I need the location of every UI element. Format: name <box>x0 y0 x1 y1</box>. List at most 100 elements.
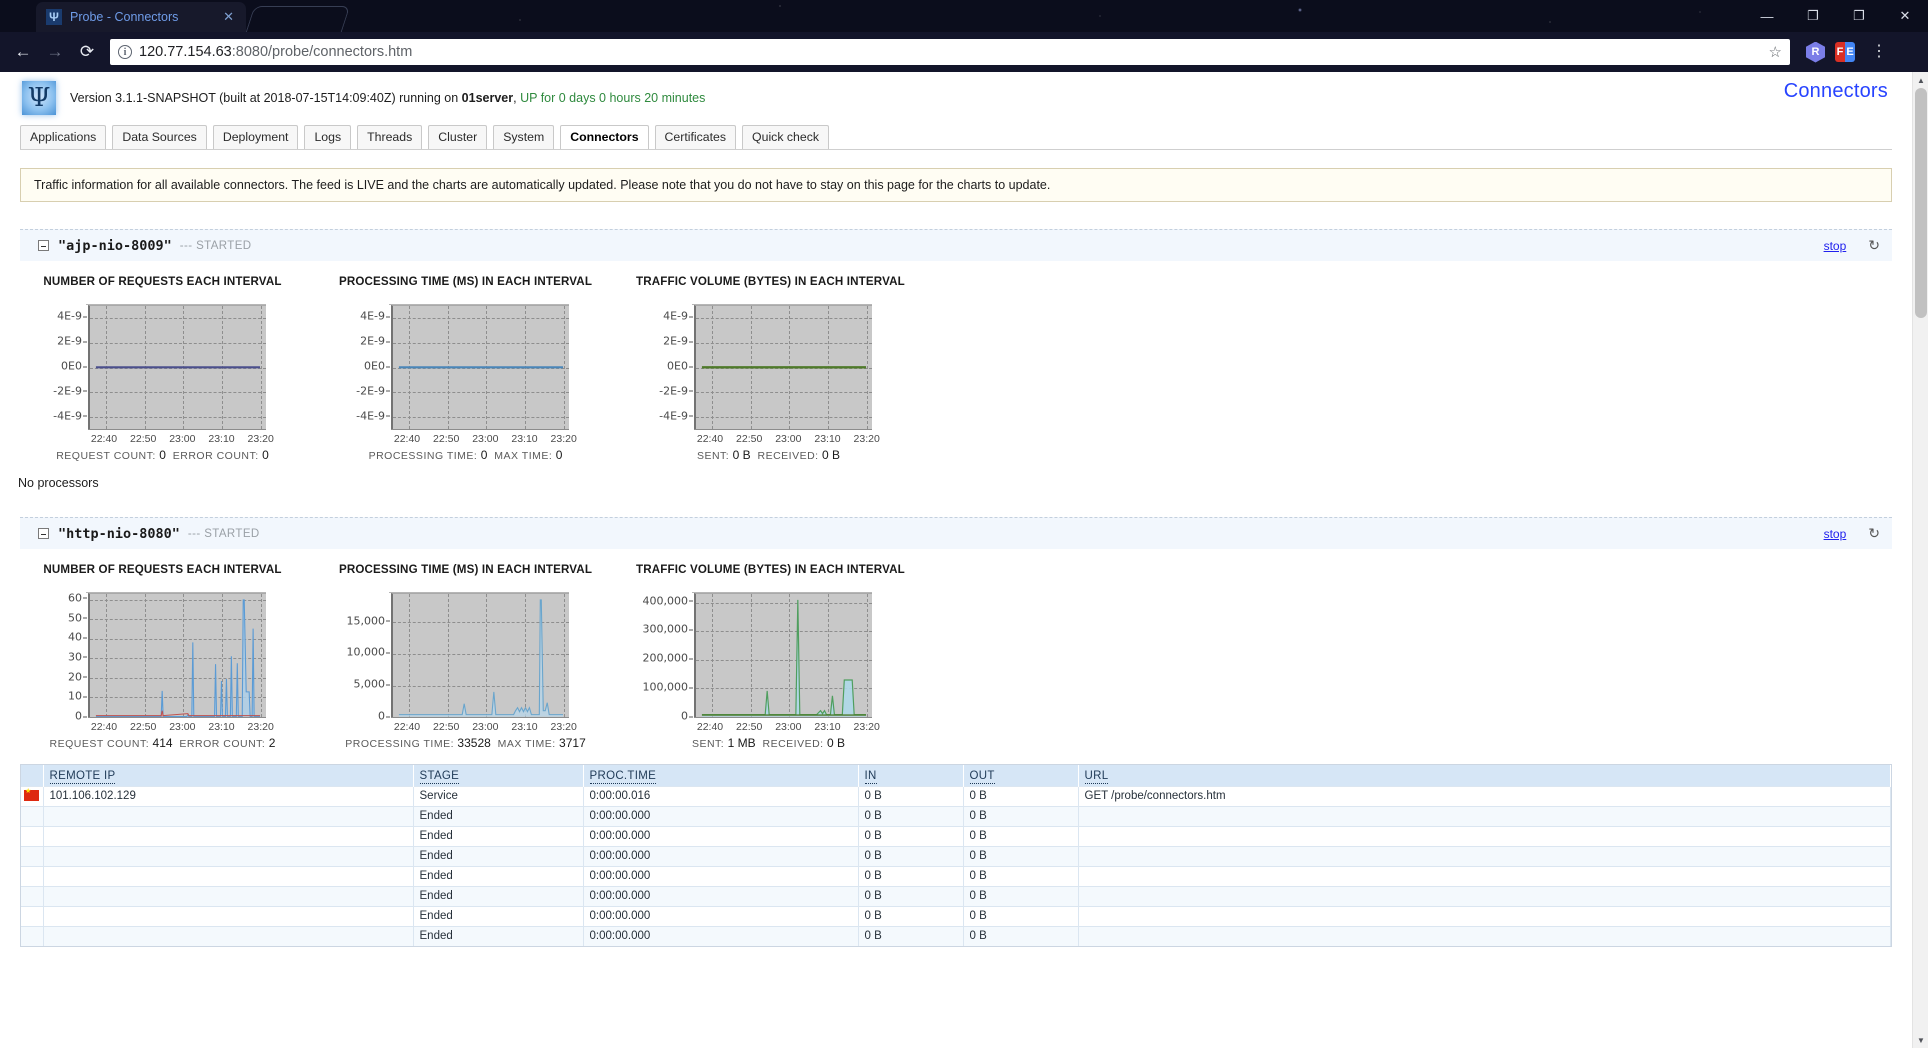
tab-applications[interactable]: Applications <box>20 125 107 149</box>
tab-data-sources[interactable]: Data Sources <box>112 125 207 149</box>
table-row[interactable]: Ended 0:00:00.000 0 B 0 B <box>21 845 1891 866</box>
cell-out: 0 B <box>963 925 1079 946</box>
th-stage[interactable]: STAGE <box>413 765 584 786</box>
x-tick: 23:10 <box>511 721 538 733</box>
uptime-text: UP for 0 days 0 hours 20 minutes <box>516 91 706 105</box>
browser-tab[interactable]: Ψ Probe - Connectors ✕ <box>36 2 246 32</box>
y-axis: 4E-9 2E-9 0E0 -2E-9 -4E-9 <box>636 304 694 428</box>
y-tick: 2E-9 <box>360 334 390 348</box>
maximize-button[interactable]: ❐ <box>1836 0 1882 32</box>
cell-stage: Ended <box>413 805 584 826</box>
stop-connector-link[interactable]: stop <box>1824 239 1847 253</box>
connector-header-http: "http-nio-8080" --- STARTED stop ↻ <box>20 517 1892 549</box>
cell-out: 0 B <box>963 885 1079 906</box>
stat-value: 414 <box>152 736 173 750</box>
th-label: URL <box>1084 769 1109 784</box>
stat-value: 0 <box>159 448 166 462</box>
extension-fe-icon[interactable]: F E <box>1835 42 1855 62</box>
request-table: REMOTE IP STAGE PROC.TIME IN OUT URL 101… <box>20 764 1892 947</box>
stop-connector-link[interactable]: stop <box>1824 527 1847 541</box>
close-window-button[interactable]: ✕ <box>1882 0 1928 32</box>
cell-stage: Service <box>413 785 584 806</box>
flag-icon <box>21 865 44 886</box>
y-axis: 4E-9 2E-9 0E0 -2E-9 -4E-9 <box>333 304 391 428</box>
th-label: REMOTE IP <box>49 769 116 784</box>
x-axis: 22:40 22:50 23:00 23:10 23:20 <box>694 429 880 447</box>
tab-threads[interactable]: Threads <box>357 125 423 149</box>
y-tick: -4E-9 <box>356 409 390 423</box>
browser-window: Ψ Probe - Connectors ✕ — ❐ ❐ ✕ ← → ⟳ i 1… <box>0 0 1928 1048</box>
scrollbar-thumb[interactable] <box>1915 88 1927 318</box>
minimize-button[interactable]: — <box>1744 0 1790 32</box>
refresh-icon[interactable]: ↻ <box>1868 237 1880 254</box>
th-remote-ip[interactable]: REMOTE IP <box>43 765 414 786</box>
stat-value: 1 MB <box>727 736 756 750</box>
reload-icon[interactable]: ⟳ <box>72 37 102 67</box>
main-tabs: Applications Data Sources Deployment Log… <box>0 115 1912 149</box>
table-row[interactable]: Ended 0:00:00.000 0 B 0 B <box>21 885 1891 906</box>
bookmark-star-icon[interactable]: ☆ <box>1769 43 1782 61</box>
x-axis: 22:40 22:50 23:00 23:10 23:20 <box>88 717 274 735</box>
collapse-toggle-icon[interactable] <box>38 528 49 539</box>
th-url[interactable]: URL <box>1078 765 1891 786</box>
site-info-icon[interactable]: i <box>118 45 132 59</box>
x-tick: 22:40 <box>696 433 724 445</box>
collapse-toggle-icon[interactable] <box>38 240 49 251</box>
table-row[interactable]: Ended 0:00:00.000 0 B 0 B <box>21 925 1891 946</box>
series-line <box>701 366 867 369</box>
y-tick: 200,000 <box>642 651 693 665</box>
flag-icon <box>21 825 44 846</box>
tab-quick-check[interactable]: Quick check <box>742 125 830 149</box>
cell-url <box>1078 925 1891 946</box>
stat-label: ERROR COUNT: <box>179 738 266 750</box>
th-proc-time[interactable]: PROC.TIME <box>583 765 859 786</box>
y-tick: 10,000 <box>346 645 390 659</box>
cell-proc-time: 0:00:00.000 <box>583 885 859 906</box>
scroll-up-icon[interactable]: ▲ <box>1913 72 1928 88</box>
stat-value: 0 B <box>827 736 846 750</box>
x-tick: 23:00 <box>472 721 499 733</box>
cell-in: 0 B <box>858 885 964 906</box>
table-row[interactable]: Ended 0:00:00.000 0 B 0 B <box>21 905 1891 926</box>
y-tick: 400,000 <box>642 594 693 608</box>
new-tab-button[interactable] <box>245 6 351 32</box>
tab-connectors[interactable]: Connectors <box>560 125 649 149</box>
browser-titlebar: Ψ Probe - Connectors ✕ — ❐ ❐ ✕ <box>0 0 1928 32</box>
tab-cluster[interactable]: Cluster <box>428 125 488 149</box>
chrome-menu-icon[interactable]: ⋮ <box>1865 44 1893 59</box>
forward-icon[interactable]: → <box>40 37 70 67</box>
chart-title: PROCESSING TIME (MS) IN EACH INTERVAL <box>338 275 593 288</box>
connector-header-ajp: "ajp-nio-8009" --- STARTED stop ↻ <box>20 229 1892 261</box>
table-row[interactable]: Ended 0:00:00.000 0 B 0 B <box>21 865 1891 886</box>
table-row[interactable]: 101.106.102.129 Service 0:00:00.016 0 B … <box>21 785 1891 806</box>
tab-certificates[interactable]: Certificates <box>654 125 737 149</box>
tab-deployment[interactable]: Deployment <box>212 125 299 149</box>
th-in[interactable]: IN <box>858 765 964 786</box>
tabs-divider <box>20 149 1892 150</box>
y-tick: 4E-9 <box>57 309 87 323</box>
cell-url <box>1078 865 1891 886</box>
extension-r-icon[interactable]: R <box>1806 41 1825 63</box>
cell-remote-ip <box>43 865 414 886</box>
tab-logs[interactable]: Logs <box>304 125 352 149</box>
version-line: Version 3.1.1-SNAPSHOT (built at 2018-07… <box>70 91 705 105</box>
stat-label: PROCESSING TIME: <box>345 738 454 750</box>
th-out[interactable]: OUT <box>963 765 1079 786</box>
x-tick: 23:20 <box>853 721 880 733</box>
tab-system[interactable]: System <box>493 125 555 149</box>
y-axis: 400,000 300,000 200,000 100,000 0 <box>636 592 694 723</box>
close-tab-icon[interactable]: ✕ <box>219 9 238 25</box>
scroll-down-icon[interactable]: ▼ <box>1913 1032 1928 1048</box>
restore-button[interactable]: ❐ <box>1790 0 1836 32</box>
address-bar[interactable]: i 120.77.154.63:8080/probe/connectors.ht… <box>110 39 1790 65</box>
connector-status-badge: --- STARTED <box>179 239 252 252</box>
refresh-icon[interactable]: ↻ <box>1868 525 1880 542</box>
page-scrollbar[interactable]: ▲ ▼ <box>1912 72 1928 1048</box>
x-tick: 23:20 <box>853 433 880 445</box>
table-row[interactable]: Ended 0:00:00.000 0 B 0 B <box>21 825 1891 846</box>
back-icon[interactable]: ← <box>8 37 38 67</box>
cell-out: 0 B <box>963 805 1079 826</box>
chart-title: PROCESSING TIME (MS) IN EACH INTERVAL <box>338 563 593 576</box>
cell-remote-ip <box>43 805 414 826</box>
table-row[interactable]: Ended 0:00:00.000 0 B 0 B <box>21 805 1891 826</box>
